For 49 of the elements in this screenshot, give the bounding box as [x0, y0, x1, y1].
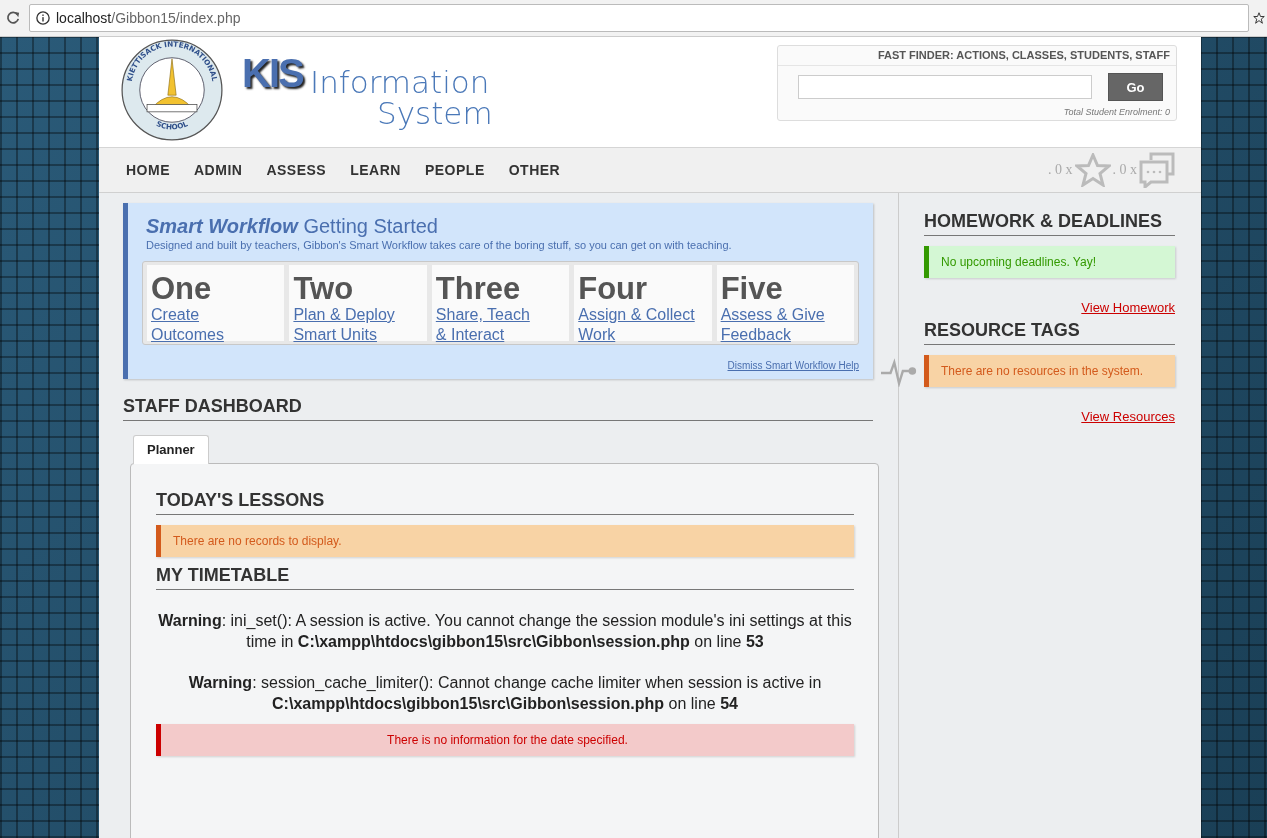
info-icon[interactable] — [36, 11, 50, 25]
section-heading: MY TIMETABLE — [156, 565, 854, 590]
pulse-icon — [881, 357, 919, 387]
workflow-subtitle: Designed and built by teachers, Gibbon's Smart Workflow takes care of the boring stuff, so you can get on with teaching. — [146, 239, 733, 251]
counter-text: . 0 x — [1112, 162, 1137, 178]
workflow-title: Smart Workflow Getting Started — [146, 215, 439, 238]
nav-menu-item[interactable]: ADMIN — [194, 162, 243, 178]
message-box: There are no resources in the system. — [924, 355, 1175, 387]
nav-menu-item[interactable]: LEARN — [350, 162, 401, 178]
section-heading: TODAY'S LESSONS — [156, 490, 854, 515]
step-link[interactable]: Plan & Deploy Smart Units — [293, 305, 395, 345]
warning-text: Warning: session_cache_limiter(): Cannot change cache limiter when session is active in C:\xampp\htdocs\gibbon15\src\Gibbon\session.php on line 54 — [187, 673, 823, 714]
counter-text: . 0 x — [1048, 162, 1073, 178]
view-link[interactable]: View Resources — [1081, 409, 1175, 424]
step-link[interactable]: Assign & Collect Work — [578, 305, 695, 345]
nav-menu-item[interactable]: OTHER — [508, 162, 561, 178]
section-heading: STAFF DASHBOARD — [123, 396, 873, 421]
message-box: There is no information for the date specified. — [156, 724, 854, 756]
step-number: Four — [578, 273, 649, 305]
step-number: Two — [293, 273, 355, 305]
step-number: Three — [435, 273, 522, 305]
step-number: Five — [720, 273, 784, 305]
section-heading: RESOURCE TAGS — [924, 320, 1175, 345]
enrolment-text: Total Student Enrolment: 0 — [1062, 106, 1171, 119]
view-link[interactable]: View Homework — [1081, 300, 1175, 315]
message-box: No upcoming deadlines. Yay! — [924, 246, 1175, 278]
nav-menu-item[interactable]: ASSESS — [266, 162, 327, 178]
star-icon[interactable] — [1074, 153, 1111, 187]
step-number: One — [151, 273, 213, 305]
nav-menu-item[interactable]: PEOPLE — [424, 162, 485, 178]
site-logo-text: KIS — [242, 51, 303, 96]
step-link[interactable]: Share, Teach & Interact — [435, 305, 530, 345]
site-title-text: Information — [310, 67, 491, 98]
reload-icon[interactable] — [6, 11, 20, 25]
nav-menu-item[interactable]: HOME — [126, 162, 170, 178]
dismiss-link[interactable]: Dismiss Smart Workflow Help — [727, 360, 859, 371]
star-icon[interactable] — [1253, 11, 1265, 25]
url-text: localhost/Gibbon15/index.php — [56, 10, 241, 26]
address-bar[interactable]: localhost/Gibbon15/index.php — [29, 4, 1249, 32]
site-title-text: System — [376, 98, 493, 129]
fast-finder-title: FAST FINDER: ACTIONS, CLASSES, STUDENTS, STAFF — [778, 46, 1176, 66]
search-field[interactable] — [798, 75, 1092, 99]
message-box: There are no records to display. — [156, 525, 854, 557]
section-heading: HOMEWORK & DEADLINES — [924, 211, 1175, 236]
go-button[interactable]: Go — [1108, 73, 1163, 101]
step-link[interactable]: Create Outcomes — [151, 305, 224, 345]
step-link[interactable]: Assess & Give Feedback — [720, 305, 825, 345]
warning-text: Warning: ini_set(): A session is active. You cannot change the session module's ini settings at this time in C:\xampp\htdocs\gibbon15\src\Gibbon\session.php on line 53 — [157, 611, 853, 652]
tab[interactable]: Planner — [133, 435, 209, 464]
